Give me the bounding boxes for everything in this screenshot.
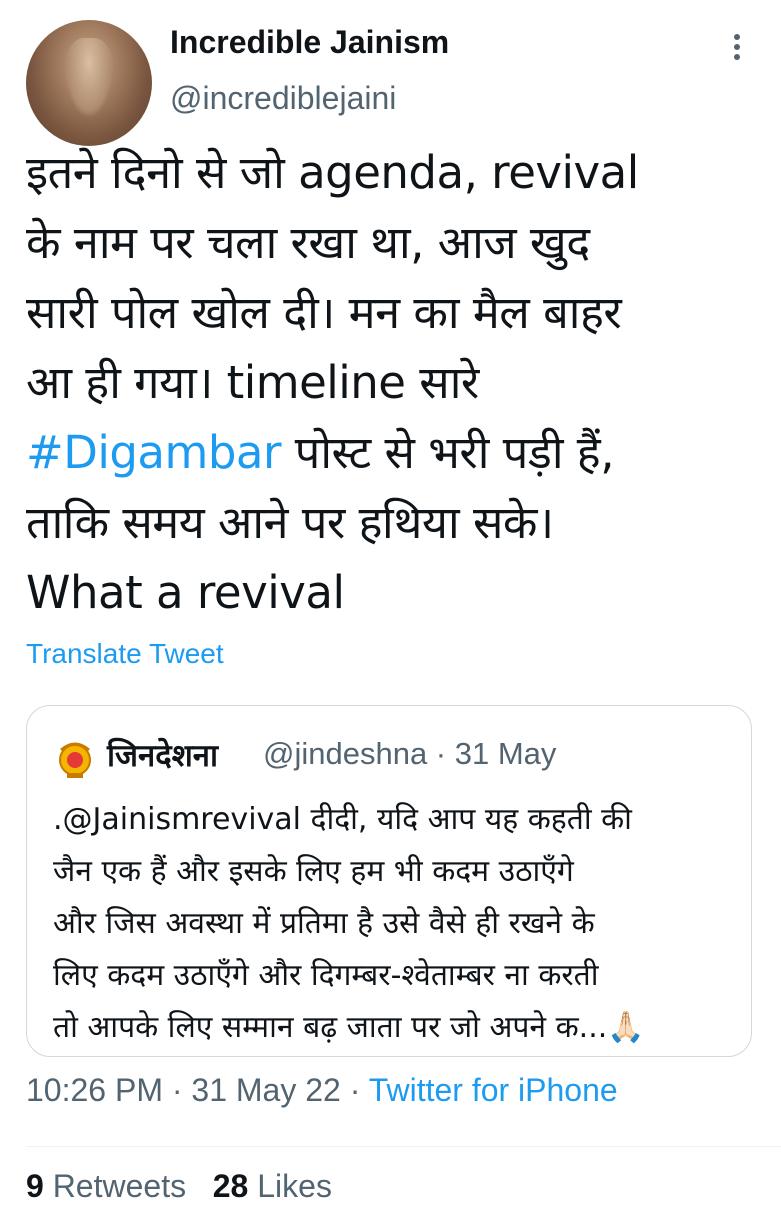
quoted-tweet[interactable]: जिनदेशना @jindeshna · 31 May .@Jainismre… [26,705,752,1057]
author-avatar[interactable] [26,20,152,146]
divider [26,1146,781,1147]
quoted-line: और जिस अवस्था में प्रतिमा है उसे वैसे ही… [53,906,595,941]
retweets-label: Retweets [52,1168,187,1204]
source-link[interactable]: Twitter for iPhone [369,1072,618,1108]
tweet-line-rest: पोस्ट से भरी पड़ी हैं, [280,426,615,479]
quoted-line: जैन एक हैं और इसके लिए हम भी कदम उठाएँगे [53,854,574,889]
tweet-line-hashtag: #Digambar पोस्ट से भरी पड़ी हैं, [26,418,766,488]
tweet-timestamp: 10:26 PM · 31 May 22 · Twitter for iPhon… [26,1072,618,1109]
hashtag-link[interactable]: #Digambar [26,426,281,479]
likes-count: 28 [212,1168,249,1204]
tweet-line: What a revival [26,566,345,619]
quoted-text: .@Jainismrevival दीदी, यदि आप यह कहती की… [53,794,743,1054]
tweet-line: आ ही गया। timeline सारे [26,356,479,409]
author-handle[interactable]: @incrediblejaini [170,80,396,117]
tweet-text: इतने दिनो से जो agenda, revival के नाम प… [26,138,766,628]
quoted-author-name: जिनदेशना [107,738,219,774]
more-vertical-icon[interactable] [722,30,752,70]
retweets-count: 9 [26,1168,44,1204]
author-name[interactable]: Incredible Jainism [170,24,449,61]
translate-tweet-link[interactable]: Translate Tweet [26,638,224,670]
timestamp-text[interactable]: 10:26 PM · 31 May 22 · [26,1072,369,1108]
emblem-icon [59,742,91,778]
retweets-stat[interactable]: 9 Retweets [26,1168,186,1204]
tweet-line: इतने दिनो से जो agenda, revival [26,146,639,199]
engagement-stats: 9 Retweets 28 Likes [26,1168,332,1205]
likes-stat[interactable]: 28 Likes [213,1168,332,1204]
likes-label: Likes [257,1168,332,1204]
quoted-meta: @jindeshna · 31 May [263,736,557,771]
tweet-line: ताकि समय आने पर हथिया सके। [26,496,554,549]
tweet-line: के नाम पर चला रखा था, आज खुद [26,216,590,269]
avatar-figure [64,38,114,118]
quoted-line: तो आपके लिए सम्मान बढ़ जाता पर जो अपने क… [53,1010,645,1045]
quoted-line: .@Jainismrevival दीदी, यदि आप यह कहती की [53,802,632,837]
quoted-line: लिए कदम उठाएँगे और दिगम्बर-श्वेताम्बर ना… [53,958,599,993]
tweet-line: सारी पोल खोल दी। मन का मैल बाहर [26,286,622,339]
